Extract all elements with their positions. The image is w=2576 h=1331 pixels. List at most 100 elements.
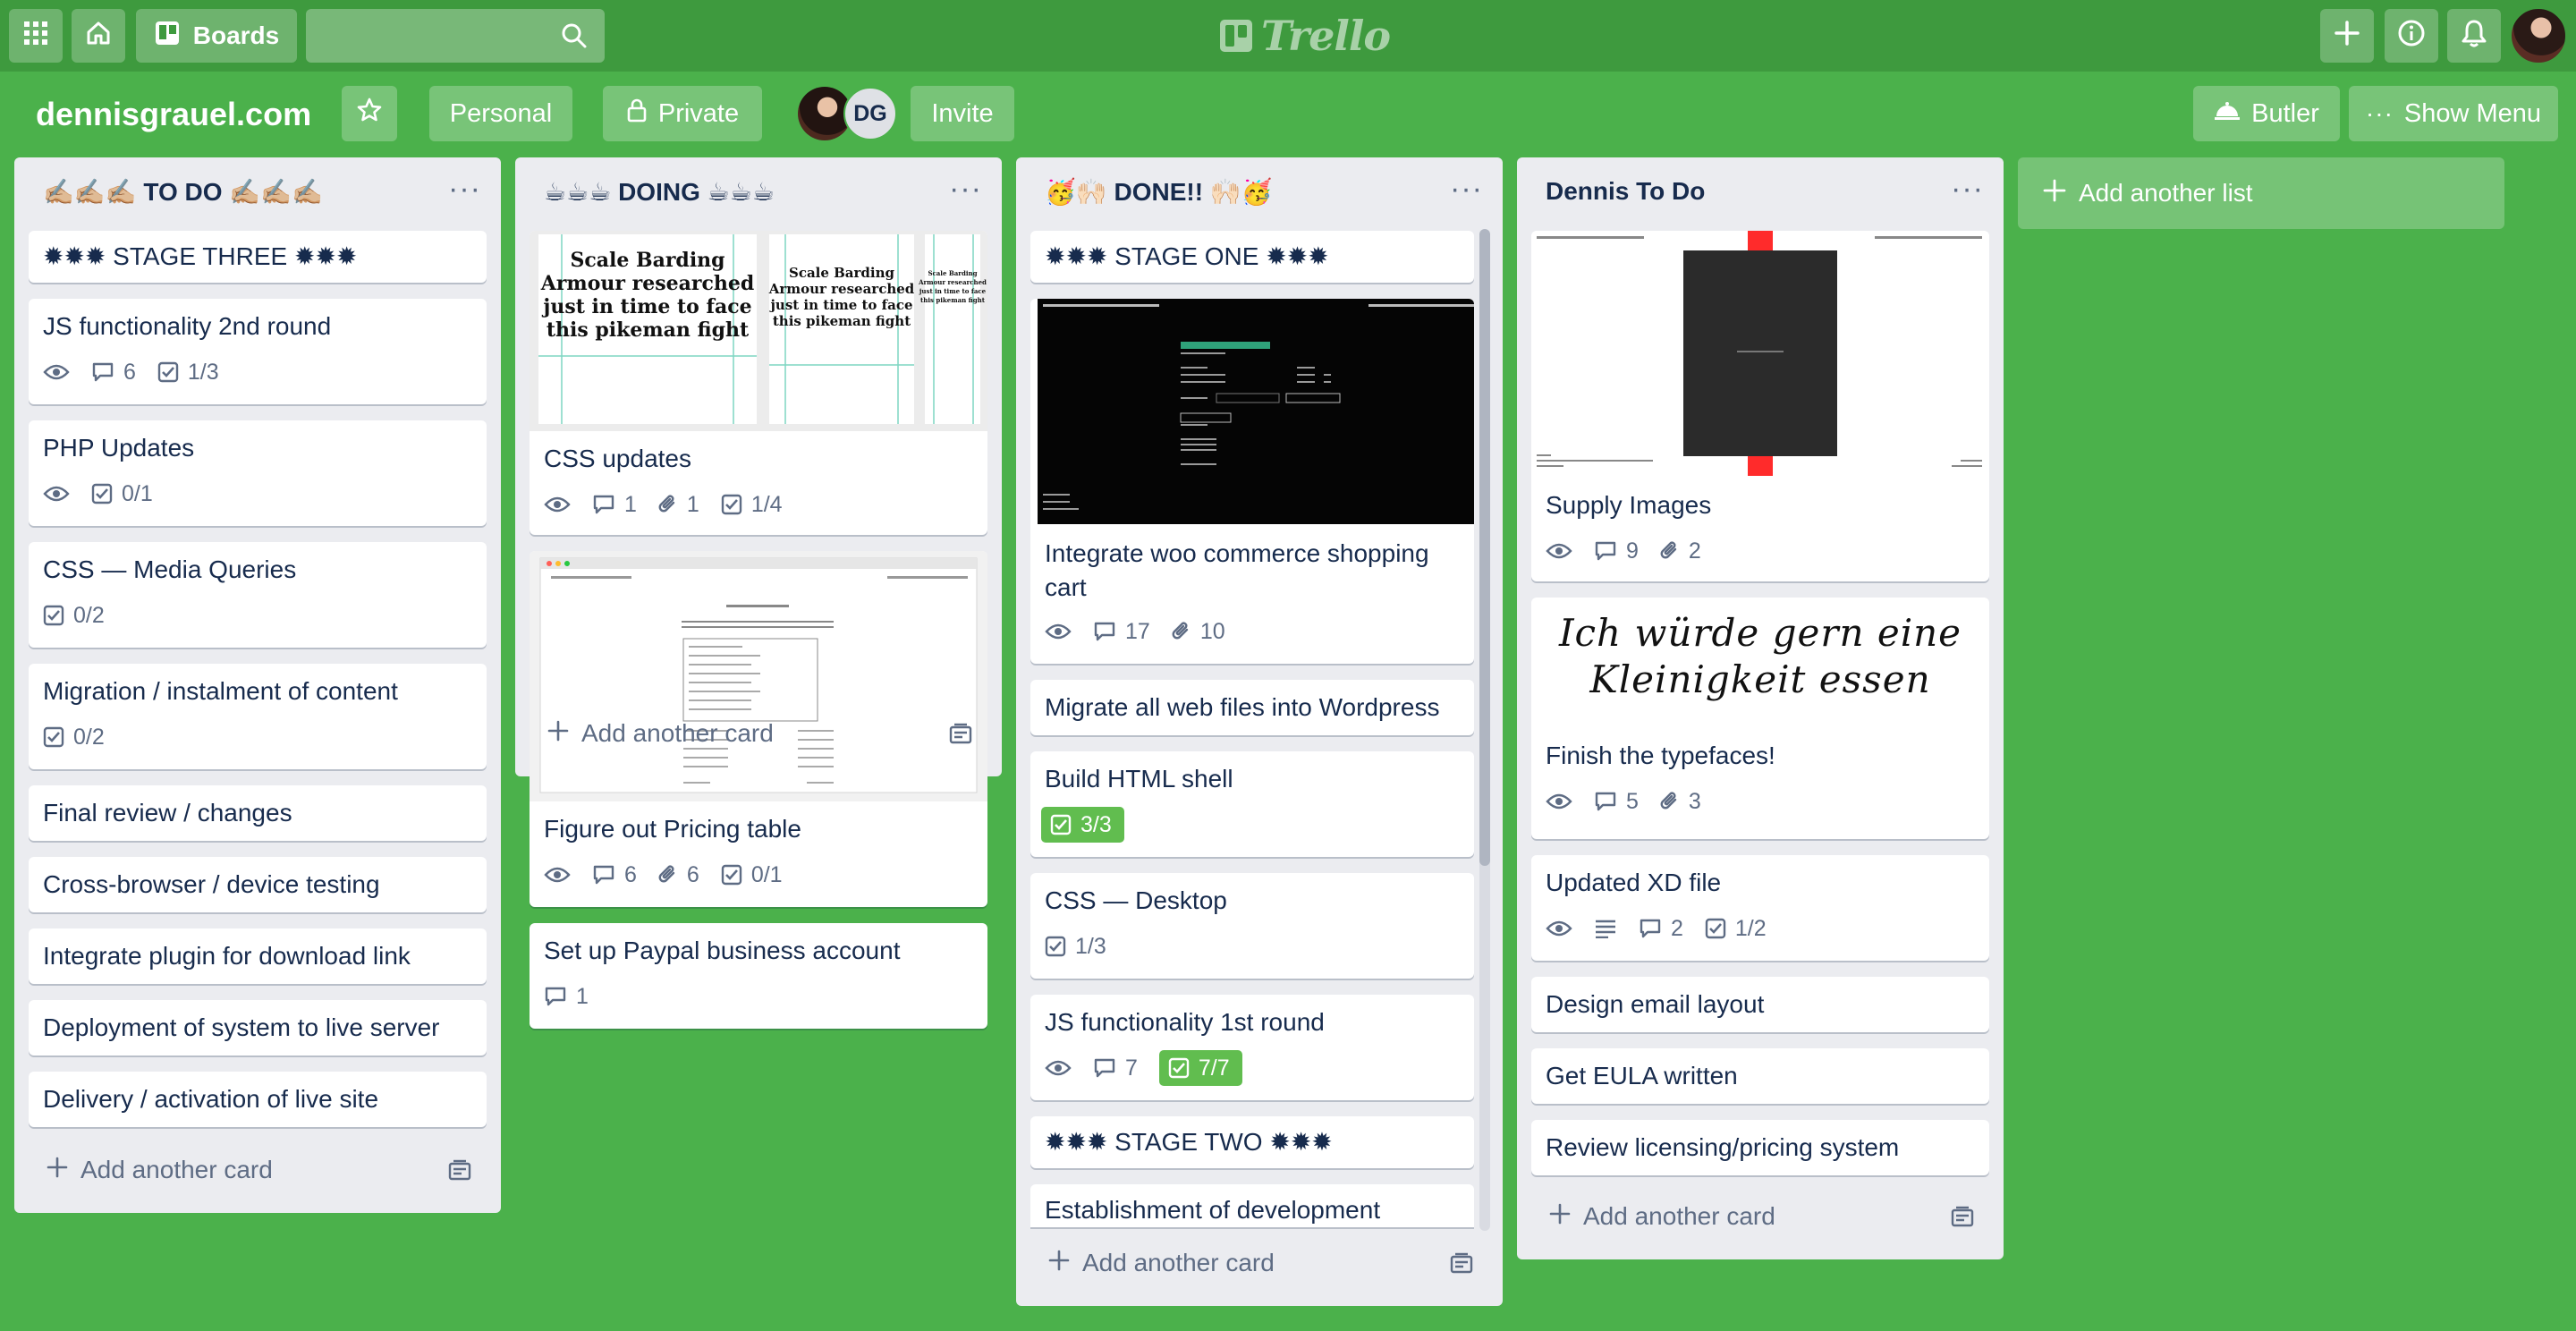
card[interactable]: PHP Updates 0/1 bbox=[29, 420, 487, 526]
scrollbar-thumb[interactable] bbox=[1479, 229, 1490, 866]
eye-icon bbox=[544, 867, 571, 883]
list-menu-button[interactable]: ··· bbox=[448, 172, 481, 207]
card[interactable]: Get EULA written bbox=[1531, 1048, 1989, 1104]
checklist-icon bbox=[43, 605, 64, 626]
card-title: Get EULA written bbox=[1546, 1062, 1738, 1089]
add-card-button[interactable]: Add another card bbox=[547, 719, 774, 748]
board-title[interactable]: dennisgrauel.com bbox=[36, 89, 311, 140]
user-avatar[interactable] bbox=[2510, 7, 2567, 64]
svg-text:this pikeman fight: this pikeman fight bbox=[773, 313, 911, 329]
home-button[interactable] bbox=[72, 9, 125, 63]
card[interactable]: ✹✹✹ STAGE ONE ✹✹✹ bbox=[1030, 231, 1474, 283]
svg-text:Armour researched: Armour researched bbox=[918, 278, 987, 286]
list-menu-button[interactable]: ··· bbox=[1450, 172, 1483, 207]
card-template-icon[interactable] bbox=[948, 723, 973, 750]
card[interactable]: Establishment of development bbox=[1030, 1184, 1474, 1227]
team-visibility-button[interactable]: Personal bbox=[429, 86, 572, 141]
list-title[interactable]: ✍🏼✍🏼✍🏼 TO DO ✍🏼✍🏼✍🏼 bbox=[43, 177, 323, 207]
card[interactable]: Final review / changes bbox=[29, 785, 487, 841]
card-cover-image: Scale Barding Armour researched just in … bbox=[530, 231, 987, 431]
list-title[interactable]: ☕☕☕ DOING ☕☕☕ bbox=[544, 177, 775, 207]
card-title: Integrate plugin for download link bbox=[43, 942, 411, 970]
card[interactable]: Migrate all web files into Wordpress bbox=[1030, 680, 1474, 735]
card[interactable]: Supply Images 9 2 bbox=[1531, 231, 1989, 581]
list-menu-button[interactable]: ··· bbox=[1951, 172, 1984, 207]
create-button[interactable] bbox=[2320, 9, 2374, 63]
notifications-button[interactable] bbox=[2447, 9, 2501, 63]
card[interactable]: Delivery / activation of live site bbox=[29, 1072, 487, 1127]
checklist-icon bbox=[721, 494, 742, 515]
card[interactable]: Cross-browser / device testing bbox=[29, 857, 487, 912]
watch-badge bbox=[1045, 614, 1072, 649]
card-title: Cross-browser / device testing bbox=[43, 870, 380, 898]
search-input[interactable] bbox=[306, 9, 605, 63]
list-menu-button[interactable]: ··· bbox=[949, 172, 982, 207]
list-done: 🥳🙌🏻 DONE!! 🙌🏻🥳 ··· ✹✹✹ STAGE ONE ✹✹✹ Int… bbox=[1016, 157, 1503, 1306]
card[interactable]: ✹✹✹ STAGE TWO ✹✹✹ bbox=[1030, 1116, 1474, 1168]
privacy-button[interactable]: Private bbox=[603, 86, 762, 141]
description-badge bbox=[1594, 911, 1617, 946]
add-card-button[interactable]: Add another card bbox=[47, 1156, 273, 1184]
svg-text:Armour researched: Armour researched bbox=[768, 281, 915, 297]
eye-icon bbox=[544, 496, 571, 513]
member-avatar-initials[interactable]: DG bbox=[843, 87, 897, 140]
more-dots-icon: ··· bbox=[2365, 99, 2394, 127]
card[interactable]: Build HTML shell 3/3 bbox=[1030, 751, 1474, 857]
card-template-icon[interactable] bbox=[1449, 1252, 1474, 1280]
add-card-button[interactable]: Add another card bbox=[1048, 1249, 1275, 1277]
search-icon bbox=[560, 21, 589, 55]
eye-icon bbox=[43, 364, 70, 380]
card[interactable]: Migration / instalment of content 0/2 bbox=[29, 664, 487, 769]
info-button[interactable] bbox=[2385, 9, 2438, 63]
list-title[interactable]: 🥳🙌🏻 DONE!! 🙌🏻🥳 bbox=[1045, 177, 1273, 207]
checklist-complete-badge: 7/7 bbox=[1158, 1050, 1242, 1086]
card-template-icon[interactable] bbox=[1950, 1206, 1975, 1234]
card[interactable]: JS functionality 2nd round 6 1/3 bbox=[29, 299, 487, 404]
list-scrollbar[interactable] bbox=[1479, 229, 1490, 1231]
card-title: Supply Images bbox=[1546, 491, 1712, 519]
card[interactable]: Set up Paypal business account 1 bbox=[530, 923, 987, 1029]
add-card-button[interactable]: Add another card bbox=[1549, 1202, 1775, 1231]
invite-button[interactable]: Invite bbox=[911, 86, 1014, 141]
paperclip-icon bbox=[1172, 622, 1189, 640]
card[interactable]: Integrate woo commerce shopping cart 17 … bbox=[1030, 299, 1474, 664]
card-badges: 0/2 bbox=[43, 598, 105, 633]
eye-icon bbox=[1045, 1060, 1072, 1076]
checklist-badge: 0/1 bbox=[91, 476, 153, 512]
card[interactable]: CSS — Media Queries 0/2 bbox=[29, 542, 487, 648]
lock-icon bbox=[626, 97, 648, 130]
card[interactable]: Review licensing/pricing system bbox=[1531, 1120, 1989, 1175]
card-template-icon[interactable] bbox=[447, 1159, 472, 1187]
watch-badge bbox=[1045, 1050, 1072, 1086]
card-cover-image bbox=[1038, 299, 1474, 524]
comments-badge: 17 bbox=[1093, 614, 1150, 649]
card[interactable]: ✹✹✹ STAGE THREE ✹✹✹ bbox=[29, 231, 487, 283]
boards-button[interactable]: Boards bbox=[136, 9, 297, 63]
apps-button[interactable] bbox=[9, 9, 63, 63]
card[interactable]: Updated XD file 2 1/2 bbox=[1531, 855, 1989, 961]
card[interactable]: CSS — Desktop 1/3 bbox=[1030, 873, 1474, 979]
checklist-icon bbox=[91, 483, 113, 504]
add-list-button[interactable]: Add another list bbox=[2018, 157, 2504, 229]
list-title[interactable]: Dennis To Do bbox=[1546, 177, 1705, 206]
card[interactable]: Integrate plugin for download link bbox=[29, 928, 487, 984]
card[interactable]: Ich würde gern eine Kleinigkeit essen Fi… bbox=[1531, 598, 1989, 839]
comment-icon bbox=[1094, 622, 1115, 641]
checklist-icon bbox=[1168, 1057, 1190, 1079]
butler-button[interactable]: Butler bbox=[2193, 86, 2340, 141]
show-menu-button[interactable]: ··· Show Menu bbox=[2349, 86, 2558, 141]
card-cover-image bbox=[1531, 231, 1989, 478]
comments-badge: 1 bbox=[592, 487, 637, 522]
card[interactable]: Scale Barding Armour researched just in … bbox=[530, 231, 987, 535]
card[interactable]: Design email layout bbox=[1531, 977, 1989, 1032]
star-icon bbox=[356, 97, 383, 131]
comments-badge: 1 bbox=[544, 979, 589, 1014]
trello-logo[interactable]: Trello bbox=[1220, 12, 1391, 60]
checklist-badge: 1/4 bbox=[721, 487, 783, 522]
comment-icon bbox=[593, 495, 614, 514]
star-board-button[interactable] bbox=[342, 86, 397, 141]
card-title: Build HTML shell bbox=[1045, 765, 1233, 793]
show-menu-label: Show Menu bbox=[2403, 98, 2542, 128]
card[interactable]: Deployment of system to live server bbox=[29, 1000, 487, 1055]
card[interactable]: JS functionality 1st round 7 7/7 bbox=[1030, 995, 1474, 1100]
